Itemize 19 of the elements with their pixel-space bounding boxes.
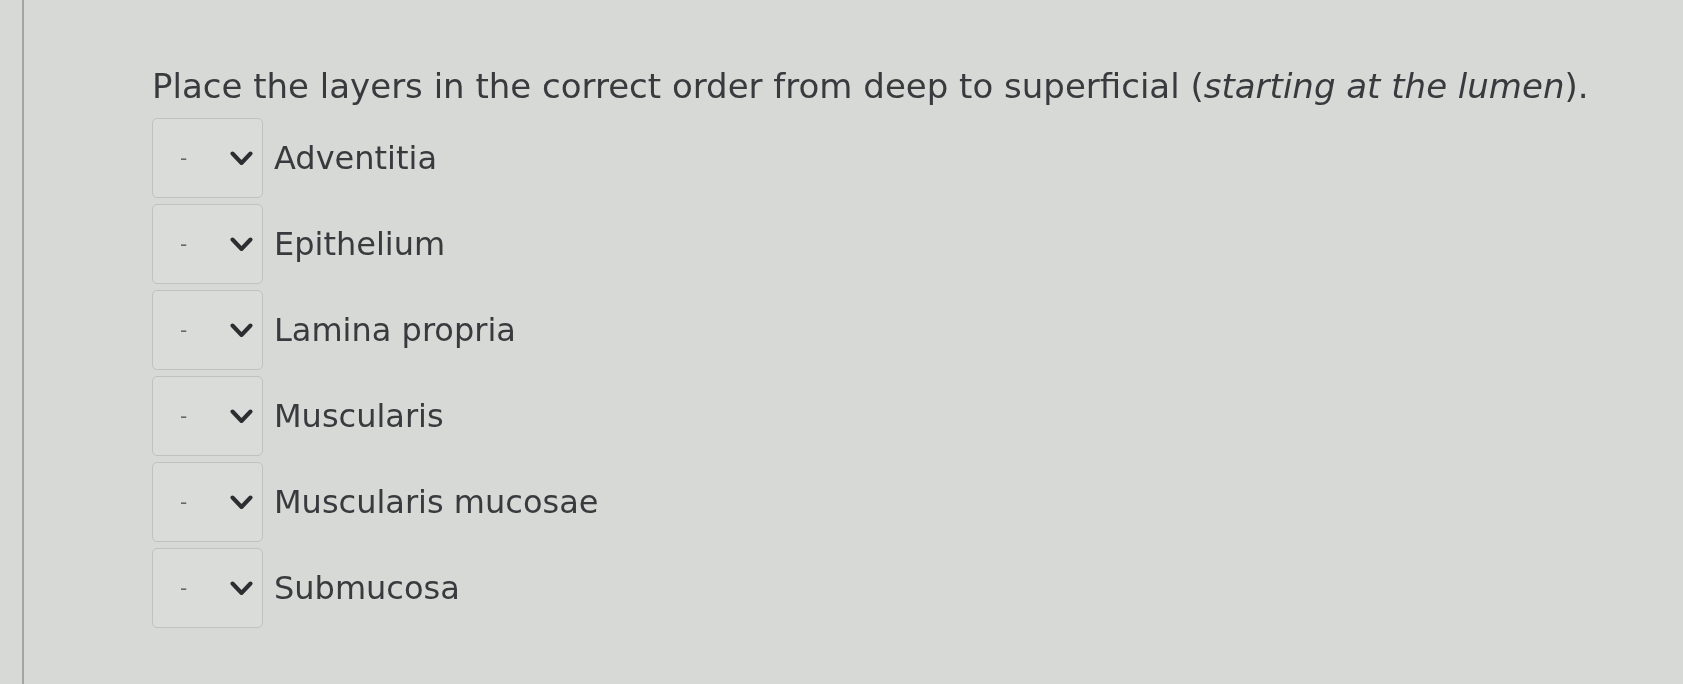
order-select[interactable]: - xyxy=(152,462,263,542)
layer-label: Lamina propria xyxy=(274,311,516,349)
order-select[interactable]: - xyxy=(152,548,263,628)
order-select[interactable]: - xyxy=(152,118,263,198)
layer-label: Epithelium xyxy=(274,225,446,263)
layer-label: Muscularis xyxy=(274,397,444,435)
layer-label: Adventitia xyxy=(274,139,438,177)
order-select[interactable]: - xyxy=(152,290,263,370)
layer-label: Muscularis mucosae xyxy=(274,483,599,521)
chevron-icon xyxy=(230,580,253,596)
layer-label: Submucosa xyxy=(274,569,460,607)
chevron-icon xyxy=(230,322,253,338)
chevron-icon xyxy=(230,494,253,510)
order-select[interactable]: - xyxy=(152,376,263,456)
question-text: Place the layers in the correct order from deep to superficial (starting at the lumen). xyxy=(152,66,1590,106)
chevron-icon xyxy=(230,236,253,252)
chevron-icon xyxy=(230,150,253,166)
order-select[interactable]: - xyxy=(152,204,263,284)
chevron-icon xyxy=(230,408,253,424)
